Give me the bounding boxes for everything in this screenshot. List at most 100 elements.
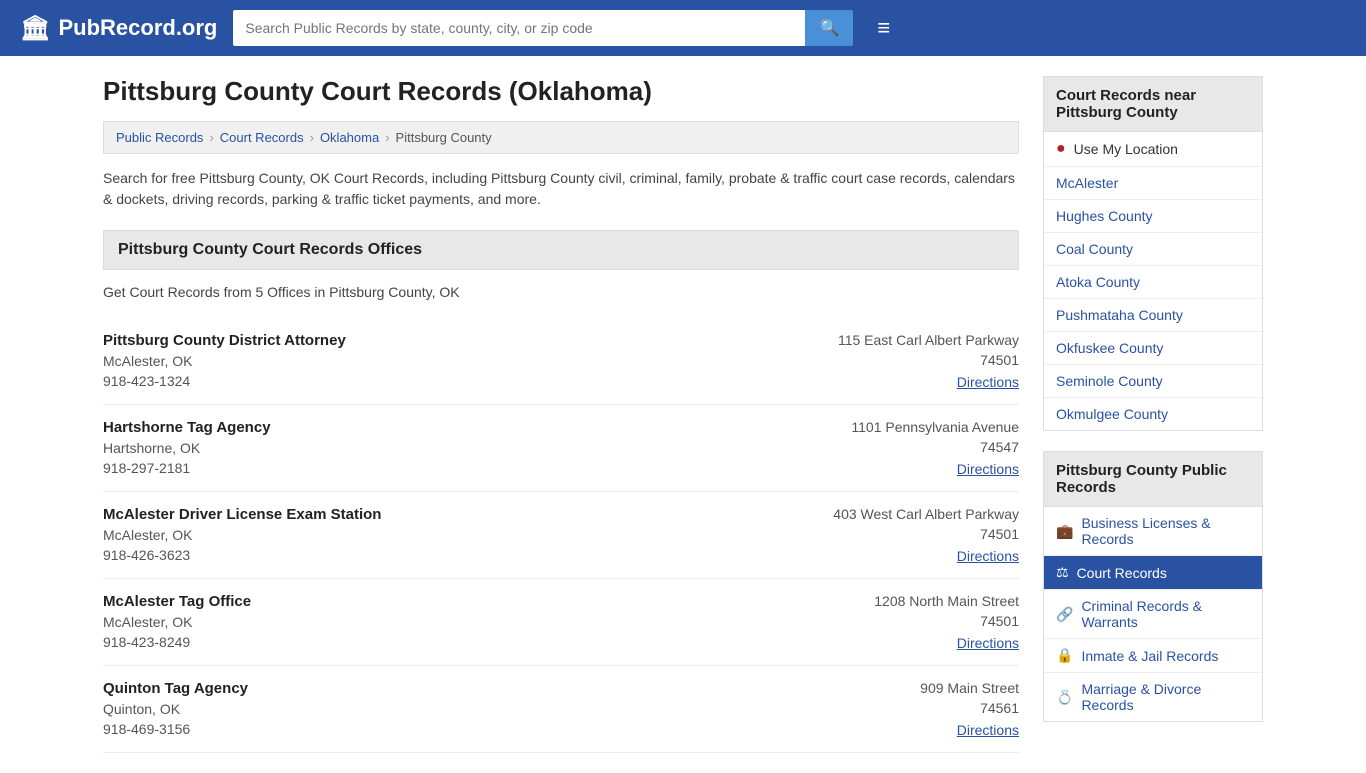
record-link[interactable]: Inmate & Jail Records — [1081, 648, 1218, 664]
office-zip: 74547 — [799, 439, 1019, 455]
office-city: Quinton, OK — [103, 701, 779, 717]
breadcrumb-public-records[interactable]: Public Records — [116, 130, 203, 145]
nearby-county-item[interactable]: Okfuskee County — [1044, 332, 1262, 365]
breadcrumb-sep-2: › — [310, 130, 314, 145]
record-link[interactable]: Marriage & Divorce Records — [1081, 681, 1250, 713]
nearby-county-link[interactable]: Atoka County — [1056, 274, 1140, 290]
office-card: McAlester Driver License Exam Station Mc… — [103, 492, 1019, 579]
office-directions[interactable]: Directions — [957, 461, 1019, 477]
nearby-county-link[interactable]: Coal County — [1056, 241, 1133, 257]
public-records-section: Pittsburg County Public Records 💼 Busine… — [1043, 451, 1263, 722]
nearby-section: Court Records near Pittsburg County ● Us… — [1043, 76, 1263, 431]
section-header: Pittsburg County Court Records Offices — [103, 230, 1019, 270]
nearby-county-link[interactable]: Seminole County — [1056, 373, 1163, 389]
office-phone: 918-423-1324 — [103, 373, 779, 389]
site-logo[interactable]: 🏛 PubRecord.org — [20, 14, 217, 43]
search-input[interactable] — [233, 10, 805, 46]
nearby-county-link[interactable]: Okmulgee County — [1056, 406, 1168, 422]
nearby-list: ● Use My Location McAlester Hughes County… — [1043, 132, 1263, 431]
office-name: Pittsburg County District Attorney — [103, 332, 779, 349]
office-info: Hartshorne Tag Agency Hartshorne, OK 918… — [103, 419, 779, 477]
office-street: 115 East Carl Albert Parkway — [799, 332, 1019, 348]
office-info: McAlester Driver License Exam Station Mc… — [103, 506, 779, 564]
office-city: McAlester, OK — [103, 527, 779, 543]
office-directions[interactable]: Directions — [957, 722, 1019, 738]
office-card: Quinton Tag Agency Quinton, OK 918-469-3… — [103, 666, 1019, 753]
nearby-title: Court Records near Pittsburg County — [1043, 76, 1263, 132]
office-phone: 918-423-8249 — [103, 634, 779, 650]
records-list-item[interactable]: 💼 Business Licenses & Records — [1044, 507, 1262, 556]
office-address: 1208 North Main Street 74501 Directions — [799, 593, 1019, 651]
nearby-county-link[interactable]: Okfuskee County — [1056, 340, 1163, 356]
office-name: McAlester Tag Office — [103, 593, 779, 610]
records-list-item[interactable]: 💍 Marriage & Divorce Records — [1044, 673, 1262, 721]
public-records-list: 💼 Business Licenses & Records ⚖ Court Re… — [1043, 507, 1263, 722]
office-address: 403 West Carl Albert Parkway 74501 Direc… — [799, 506, 1019, 564]
site-header: 🏛 PubRecord.org 🔍 ≡ — [0, 0, 1366, 56]
menu-button[interactable]: ≡ — [877, 15, 890, 41]
breadcrumb: Public Records › Court Records › Oklahom… — [103, 121, 1019, 154]
record-icon: 🔗 — [1056, 606, 1073, 623]
nearby-county-item[interactable]: Seminole County — [1044, 365, 1262, 398]
location-icon: ● — [1056, 140, 1066, 158]
nearby-county-link[interactable]: McAlester — [1056, 175, 1118, 191]
logo-icon: 🏛 — [20, 14, 50, 43]
office-name: Quinton Tag Agency — [103, 680, 779, 697]
breadcrumb-court-records[interactable]: Court Records — [220, 130, 304, 145]
nearby-county-item[interactable]: Pushmataha County — [1044, 299, 1262, 332]
breadcrumb-current: Pittsburg County — [396, 130, 492, 145]
office-address: 115 East Carl Albert Parkway 74501 Direc… — [799, 332, 1019, 390]
office-card: Hartshorne Tag Agency Hartshorne, OK 918… — [103, 405, 1019, 492]
record-icon: 💼 — [1056, 523, 1073, 540]
office-zip: 74561 — [799, 700, 1019, 716]
office-info: Quinton Tag Agency Quinton, OK 918-469-3… — [103, 680, 779, 738]
record-link[interactable]: Court Records — [1077, 565, 1167, 581]
sidebar: Court Records near Pittsburg County ● Us… — [1043, 76, 1263, 753]
office-card: McAlester Tag Office McAlester, OK 918-4… — [103, 579, 1019, 666]
main-content: Pittsburg County Court Records (Oklahoma… — [103, 76, 1019, 753]
record-icon: 💍 — [1056, 689, 1073, 706]
search-icon: 🔍 — [819, 20, 839, 37]
breadcrumb-sep-3: › — [385, 130, 389, 145]
office-address: 909 Main Street 74561 Directions — [799, 680, 1019, 738]
logo-text: PubRecord.org — [58, 15, 217, 41]
record-link[interactable]: Criminal Records & Warrants — [1081, 598, 1250, 630]
nearby-county-item[interactable]: Coal County — [1044, 233, 1262, 266]
office-phone: 918-469-3156 — [103, 721, 779, 737]
office-zip: 74501 — [799, 352, 1019, 368]
page-description: Search for free Pittsburg County, OK Cou… — [103, 168, 1019, 210]
office-directions[interactable]: Directions — [957, 548, 1019, 564]
record-icon: 🔒 — [1056, 647, 1073, 664]
search-bar: 🔍 — [233, 10, 853, 46]
nearby-county-link[interactable]: Pushmataha County — [1056, 307, 1183, 323]
use-location-item[interactable]: ● Use My Location — [1044, 132, 1262, 167]
record-icon: ⚖ — [1056, 564, 1069, 581]
office-street: 1101 Pennsylvania Avenue — [799, 419, 1019, 435]
office-street: 909 Main Street — [799, 680, 1019, 696]
nearby-county-link[interactable]: Hughes County — [1056, 208, 1153, 224]
office-zip: 74501 — [799, 526, 1019, 542]
office-phone: 918-297-2181 — [103, 460, 779, 476]
records-list-item[interactable]: 🔒 Inmate & Jail Records — [1044, 639, 1262, 673]
office-address: 1101 Pennsylvania Avenue 74547 Direction… — [799, 419, 1019, 477]
records-list-item[interactable]: 🔗 Criminal Records & Warrants — [1044, 590, 1262, 639]
office-street: 403 West Carl Albert Parkway — [799, 506, 1019, 522]
nearby-county-item[interactable]: McAlester — [1044, 167, 1262, 200]
nearby-county-item[interactable]: Okmulgee County — [1044, 398, 1262, 430]
breadcrumb-oklahoma[interactable]: Oklahoma — [320, 130, 379, 145]
office-card: Pittsburg County District Attorney McAle… — [103, 318, 1019, 405]
nearby-county-item[interactable]: Atoka County — [1044, 266, 1262, 299]
office-directions[interactable]: Directions — [957, 635, 1019, 651]
office-street: 1208 North Main Street — [799, 593, 1019, 609]
nearby-county-item[interactable]: Hughes County — [1044, 200, 1262, 233]
records-list-item[interactable]: ⚖ Court Records — [1044, 556, 1262, 590]
record-link[interactable]: Business Licenses & Records — [1081, 515, 1250, 547]
use-location-label: Use My Location — [1074, 141, 1178, 157]
office-zip: 74501 — [799, 613, 1019, 629]
page-content: Pittsburg County Court Records (Oklahoma… — [83, 56, 1283, 773]
office-directions[interactable]: Directions — [957, 374, 1019, 390]
office-phone: 918-426-3623 — [103, 547, 779, 563]
search-button[interactable]: 🔍 — [805, 10, 853, 46]
office-city: Hartshorne, OK — [103, 440, 779, 456]
office-count: Get Court Records from 5 Offices in Pitt… — [103, 284, 1019, 300]
